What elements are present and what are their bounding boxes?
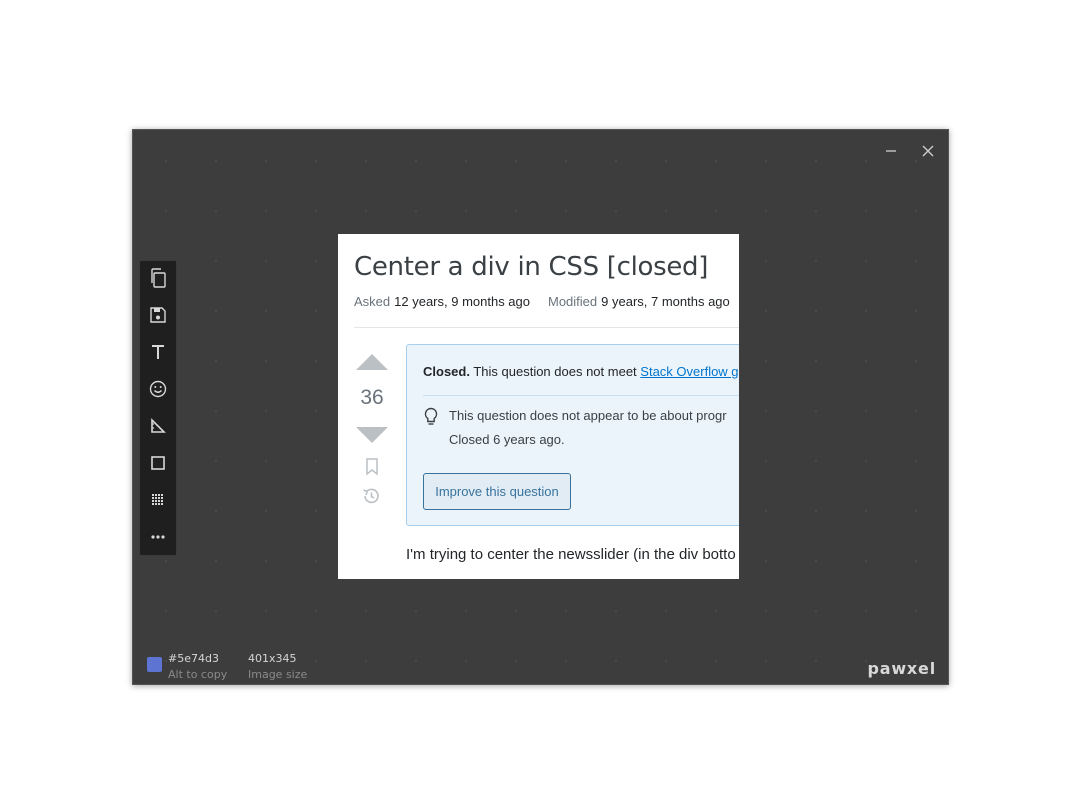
rectangle-icon	[150, 455, 166, 476]
title-divider	[354, 327, 739, 328]
text-tool-button[interactable]	[146, 342, 170, 366]
emoji-tool-button[interactable]	[146, 379, 170, 403]
improve-question-button[interactable]: Improve this question	[423, 473, 571, 510]
color-hex[interactable]: #5e74d3	[168, 652, 219, 665]
ruler-icon	[150, 417, 166, 439]
asked-meta: Asked 12 years, 9 months ago	[354, 294, 530, 309]
close-icon	[921, 144, 935, 163]
lightbulb-icon	[424, 407, 438, 432]
closed-notice: Closed. This question does not meet Stac…	[406, 344, 739, 526]
bookmark-icon	[365, 458, 379, 481]
notice-divider	[423, 395, 739, 396]
upvote-arrow-icon	[356, 354, 388, 370]
rectangle-tool-button[interactable]	[146, 453, 170, 477]
asked-value: 12 years, 9 months ago	[394, 294, 530, 309]
pixelate-icon	[150, 492, 166, 513]
more-tool-button[interactable]	[146, 527, 170, 551]
closed-text: This question does not meet	[469, 364, 641, 379]
color-hint: Alt to copy	[168, 668, 228, 681]
closed-notice-text: Closed. This question does not meet Stac…	[423, 364, 739, 379]
downvote-arrow-icon	[356, 427, 388, 443]
brand-logo: pawxel	[867, 659, 936, 678]
save-tool-button[interactable]	[146, 305, 170, 329]
close-reason: This question does not appear to be abou…	[449, 408, 727, 423]
image-size-label: Image size	[248, 668, 308, 681]
question-title: Center a div in CSS [closed]	[354, 252, 709, 282]
image-size-value: 401x345	[248, 652, 297, 665]
close-button[interactable]	[917, 142, 939, 164]
text-icon	[150, 344, 166, 365]
copy-tool-button[interactable]	[146, 267, 170, 293]
history-icon	[361, 486, 381, 511]
copy-icon	[149, 267, 167, 293]
ruler-tool-button[interactable]	[146, 416, 170, 440]
closed-label: Closed.	[423, 364, 470, 379]
vote-count: 36	[360, 386, 384, 409]
minimize-icon	[884, 144, 898, 163]
guidelines-link[interactable]: Stack Overflow g	[640, 364, 738, 379]
modified-value: 9 years, 7 months ago	[601, 294, 730, 309]
more-icon	[150, 529, 166, 550]
save-icon	[149, 306, 167, 329]
tool-palette	[139, 260, 177, 556]
modified-label: Modified	[548, 294, 598, 309]
captured-screenshot[interactable]: Center a div in CSS [closed] Asked 12 yea…	[338, 234, 739, 579]
closed-ago: Closed 6 years ago.	[449, 432, 565, 447]
minimize-button[interactable]	[880, 142, 902, 164]
modified-meta: Modified 9 years, 7 months ago	[548, 294, 730, 309]
pawxel-window: Center a div in CSS [closed] Asked 12 yea…	[132, 129, 949, 685]
emoji-icon	[149, 380, 167, 403]
asked-label: Asked	[354, 294, 391, 309]
color-swatch[interactable]	[147, 657, 162, 672]
pixelate-tool-button[interactable]	[146, 490, 170, 514]
question-body: I'm trying to center the newsslider (in …	[406, 546, 736, 563]
